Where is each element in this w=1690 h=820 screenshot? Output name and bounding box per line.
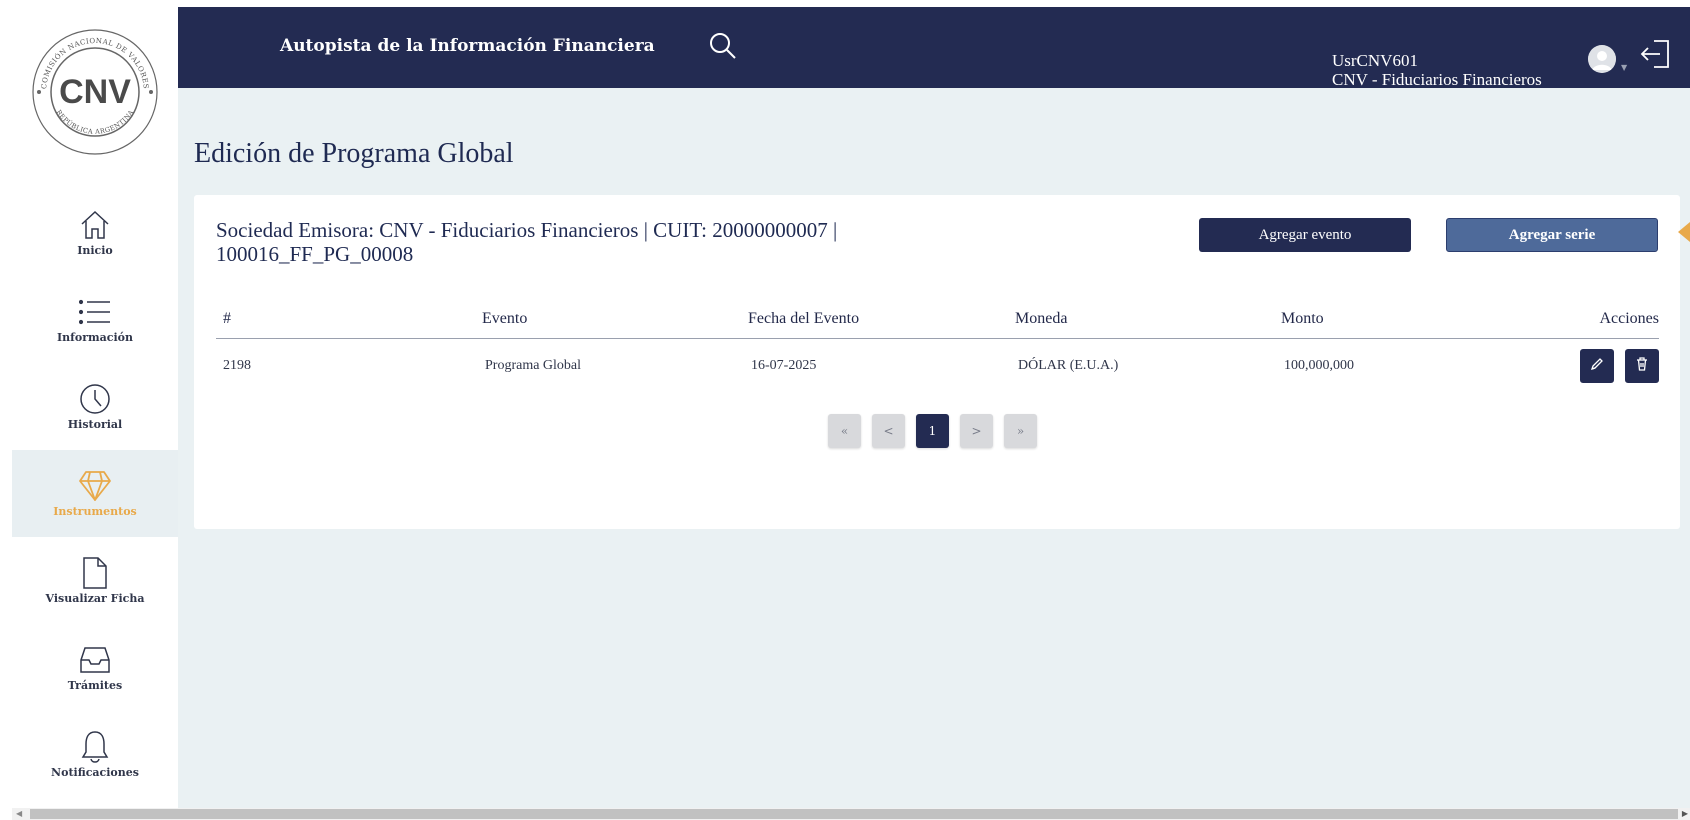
svg-text:REPÚBLICA ARGENTINA: REPÚBLICA ARGENTINA <box>55 108 136 136</box>
search-icon[interactable] <box>708 31 738 61</box>
user-org: CNV - Fiduciarios Financieros <box>1332 70 1542 89</box>
logo-ring-bottom: REPÚBLICA ARGENTINA <box>55 108 135 136</box>
sidebar-item-label: Trámites <box>67 679 123 692</box>
card-heading-line1: Sociedad Emisora: CNV - Fiduciarios Fina… <box>216 218 838 242</box>
program-card: Sociedad Emisora: CNV - Fiduciarios Fina… <box>194 195 1680 529</box>
pencil-icon <box>1589 356 1605 377</box>
sidebar-item-inicio[interactable]: Inicio <box>12 189 178 276</box>
pagination-first[interactable]: « <box>828 414 861 448</box>
sidebar-item-tramites[interactable]: Trámites <box>12 624 178 711</box>
side-tab-marker[interactable] <box>1678 222 1690 242</box>
pagination-next[interactable]: > <box>960 414 993 448</box>
cell-id: 2198 <box>223 358 251 373</box>
delete-button[interactable] <box>1625 349 1659 383</box>
user-info: UsrCNV601 CNV - Fiduciarios Financieros <box>1332 51 1542 89</box>
sidebar-item-label: Notificaciones <box>51 766 139 779</box>
sidebar-item-instrumentos[interactable]: Instrumentos <box>12 450 178 537</box>
app-title: Autopista de la Información Financiera <box>280 36 655 56</box>
sidebar-item-label: Historial <box>67 418 123 431</box>
file-icon <box>78 556 112 590</box>
edit-button[interactable] <box>1580 349 1614 383</box>
sidebar-item-label: Inicio <box>77 244 113 257</box>
col-header-id: # <box>223 310 231 327</box>
pagination: « < 1 > » <box>828 414 1037 448</box>
col-header-fecha: Fecha del Evento <box>748 310 860 327</box>
sidebar-item-informacion[interactable]: Información <box>12 276 178 363</box>
agregar-evento-button[interactable]: Agregar evento <box>1199 218 1411 252</box>
logo-acronym: CNV <box>59 73 131 111</box>
events-table: # Evento Fecha del Evento Moneda Monto A… <box>216 305 1659 393</box>
cell-monto: 100,000,000 <box>1284 358 1354 373</box>
card-heading-line2: 100016_FF_PG_00008 <box>216 242 414 266</box>
logout-icon[interactable] <box>1638 37 1672 71</box>
avatar[interactable] <box>1588 45 1616 73</box>
diamond-icon <box>78 469 112 503</box>
sidebar-item-historial[interactable]: Historial <box>12 363 178 450</box>
sidebar-item-label: Visualizar Ficha <box>45 592 145 605</box>
sidebar-item-notificaciones[interactable]: Notificaciones <box>12 711 178 798</box>
home-icon <box>78 208 112 242</box>
table-header: # Evento Fecha del Evento Moneda Monto A… <box>216 305 1659 339</box>
list-icon <box>78 295 112 329</box>
col-header-moneda: Moneda <box>1015 310 1068 327</box>
sidebar: CNV COMISIÓN NACIONAL DE VALORES REPÚBLI… <box>12 7 178 807</box>
scroll-left-arrow-icon[interactable]: ◀ <box>16 809 22 818</box>
pagination-current-page[interactable]: 1 <box>916 414 949 448</box>
card-heading: Sociedad Emisora: CNV - Fiduciarios Fina… <box>216 218 976 266</box>
page-title: Edición de Programa Global <box>194 138 514 169</box>
bell-icon <box>78 730 112 764</box>
cell-fecha: 16-07-2025 <box>751 358 817 373</box>
sidebar-item-label: Información <box>57 331 133 344</box>
scroll-right-arrow-icon[interactable]: ▶ <box>1682 809 1688 818</box>
cell-moneda: DÓLAR (E.U.A.) <box>1018 358 1119 373</box>
cnv-logo[interactable]: CNV COMISIÓN NACIONAL DE VALORES REPÚBLI… <box>30 27 160 157</box>
sidebar-item-visualizar-ficha[interactable]: Visualizar Ficha <box>12 537 178 624</box>
sidebar-item-label: Instrumentos <box>53 505 137 518</box>
scrollbar-thumb[interactable] <box>30 809 1678 819</box>
horizontal-scrollbar[interactable]: ◀ ▶ <box>12 808 1690 820</box>
pagination-last[interactable]: » <box>1004 414 1037 448</box>
top-header: Autopista de la Información Financiera U… <box>178 7 1690 89</box>
pagination-prev[interactable]: < <box>872 414 905 448</box>
col-header-monto: Monto <box>1281 310 1324 327</box>
table-row: 2198 Programa Global 16-07-2025 DÓLAR (E… <box>216 339 1659 393</box>
user-name: UsrCNV601 <box>1332 51 1418 70</box>
agregar-serie-button[interactable]: Agregar serie <box>1446 218 1658 252</box>
cell-evento: Programa Global <box>485 358 582 373</box>
col-header-evento: Evento <box>482 310 528 327</box>
row-actions <box>1547 349 1659 383</box>
clock-icon <box>78 382 112 416</box>
trash-icon <box>1634 356 1650 377</box>
main-content: Edición de Programa Global Sociedad Emis… <box>178 88 1690 808</box>
chevron-down-icon[interactable]: ▼ <box>1621 63 1627 72</box>
col-header-acciones: Acciones <box>1599 310 1659 327</box>
inbox-icon <box>78 643 112 677</box>
